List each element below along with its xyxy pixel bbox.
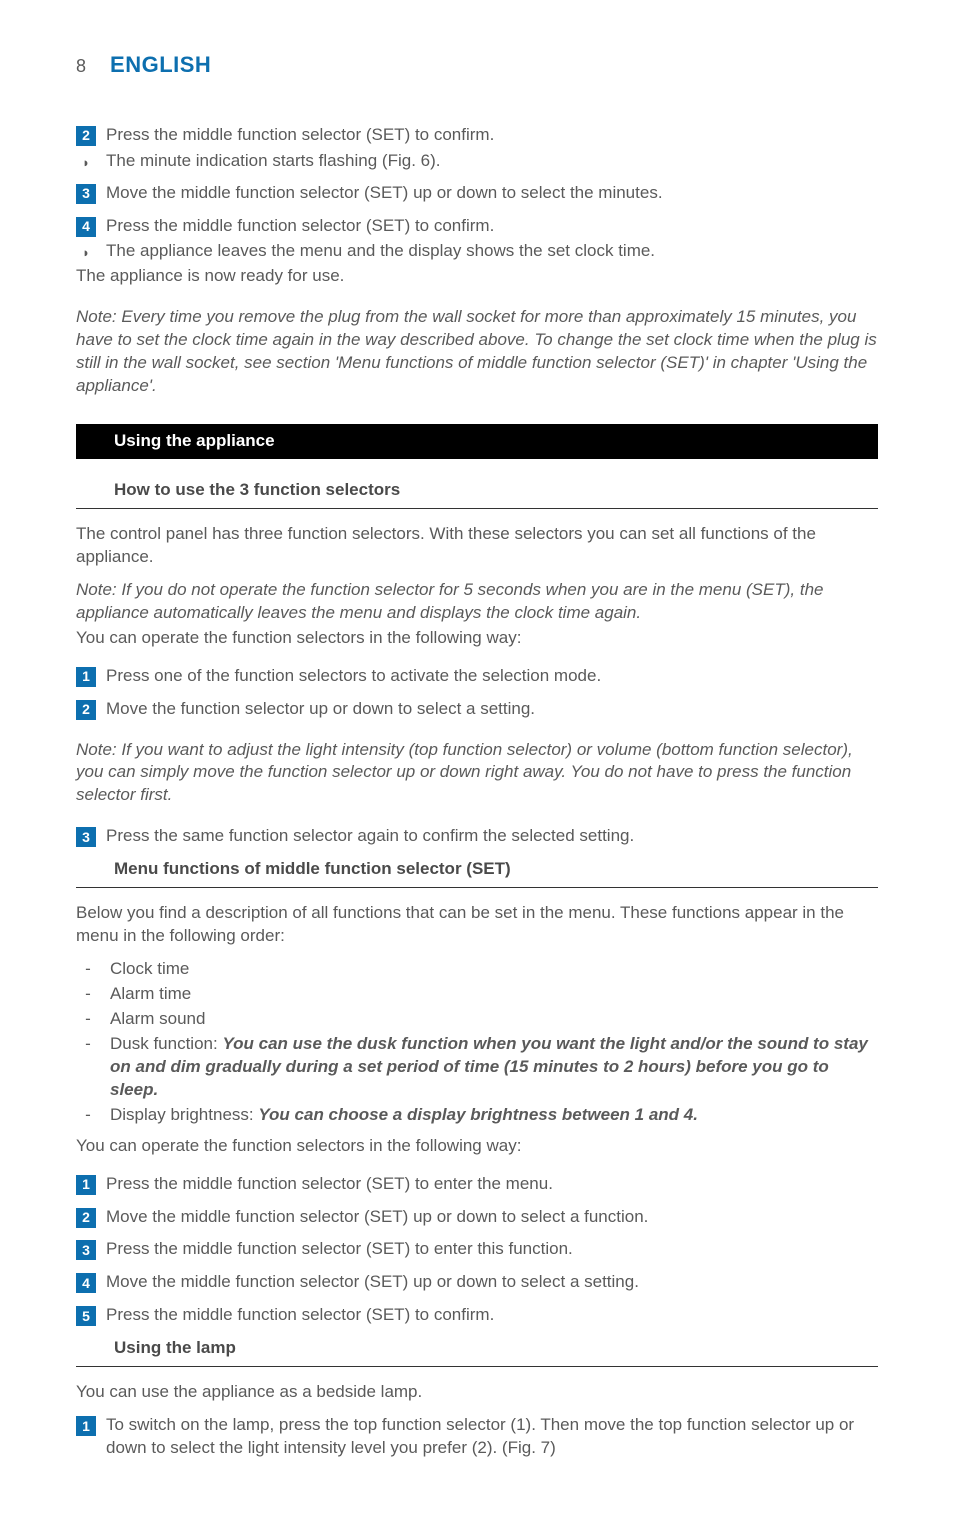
menu-timeout-note: Note: If you do not operate the function… — [76, 579, 878, 625]
dash-icon: - — [82, 1033, 94, 1102]
step-number-box: 4 — [76, 1273, 96, 1293]
step-text: Move the function selector up or down to… — [106, 698, 878, 721]
lamp-step-1: 1 To switch on the lamp, press the top f… — [76, 1414, 878, 1460]
list-item: -Alarm time — [76, 983, 878, 1006]
list-item: -Dusk function: You can use the dusk fun… — [76, 1033, 878, 1102]
result-marker-icon: ◗ — [76, 244, 96, 263]
light-intensity-note: Note: If you want to adjust the light in… — [76, 739, 878, 808]
list-item: -Clock time — [76, 958, 878, 981]
page-number: 8 — [76, 54, 86, 78]
step-text: Press one of the function selectors to a… — [106, 665, 878, 688]
step-number-box: 3 — [76, 1240, 96, 1260]
step-number-box: 4 — [76, 217, 96, 237]
step-text: Move the middle function selector (SET) … — [106, 1206, 878, 1229]
result-text: The appliance leaves the menu and the di… — [106, 240, 655, 263]
howto-step-1: 1 Press one of the function selectors to… — [76, 665, 878, 688]
step-number-box: 2 — [76, 700, 96, 720]
step-number-box: 2 — [76, 1208, 96, 1228]
howto-step-3: 3 Press the same function selector again… — [76, 825, 878, 848]
menu-step-5: 5 Press the middle function selector (SE… — [76, 1304, 878, 1327]
menu-step-2: 2 Move the middle function selector (SET… — [76, 1206, 878, 1229]
step-number-box: 2 — [76, 126, 96, 146]
plug-note: Note: Every time you remove the plug fro… — [76, 306, 878, 398]
step-number-box: 5 — [76, 1306, 96, 1326]
step-text: Press the middle function selector (SET)… — [106, 1173, 878, 1196]
result-marker-icon: ◗ — [76, 154, 96, 173]
step-2-result: ◗ The minute indication starts flashing … — [76, 150, 878, 173]
howto-intro: The control panel has three function sel… — [76, 523, 878, 569]
step-text: Press the middle function selector (SET)… — [106, 1238, 878, 1261]
step-3: 3 Move the middle function selector (SET… — [76, 182, 878, 205]
step-number-box: 1 — [76, 1175, 96, 1195]
section-using-appliance: Using the appliance — [76, 424, 878, 459]
step-text: Press the middle function selector (SET)… — [106, 124, 878, 147]
subhead-using-lamp: Using the lamp — [76, 1333, 878, 1367]
result-text: The minute indication starts flashing (F… — [106, 150, 440, 173]
step-4-result: ◗ The appliance leaves the menu and the … — [76, 240, 878, 263]
operate-lead: You can operate the function selectors i… — [76, 627, 878, 650]
menu-intro: Below you find a description of all func… — [76, 902, 878, 948]
dash-icon: - — [82, 1008, 94, 1031]
menu-operate-lead: You can operate the function selectors i… — [76, 1135, 878, 1158]
list-text: Alarm sound — [110, 1008, 878, 1031]
howto-step-2: 2 Move the function selector up or down … — [76, 698, 878, 721]
list-item: -Alarm sound — [76, 1008, 878, 1031]
list-text: Dusk function: You can use the dusk func… — [110, 1033, 878, 1102]
dash-icon: - — [82, 958, 94, 981]
menu-step-4: 4 Move the middle function selector (SET… — [76, 1271, 878, 1294]
step-text: Move the middle function selector (SET) … — [106, 182, 878, 205]
list-text: Clock time — [110, 958, 878, 981]
step-number-box: 3 — [76, 184, 96, 204]
lamp-intro: You can use the appliance as a bedside l… — [76, 1381, 878, 1404]
step-text: Press the middle function selector (SET)… — [106, 215, 878, 238]
step-text: Press the middle function selector (SET)… — [106, 1304, 878, 1327]
menu-step-3: 3 Press the middle function selector (SE… — [76, 1238, 878, 1261]
step-4: 4 Press the middle function selector (SE… — [76, 215, 878, 238]
step-text: Move the middle function selector (SET) … — [106, 1271, 878, 1294]
step-number-box: 1 — [76, 1416, 96, 1436]
menu-functions-list: -Clock time -Alarm time -Alarm sound -Du… — [76, 958, 878, 1127]
step-text: Press the same function selector again t… — [106, 825, 878, 848]
list-item: -Display brightness: You can choose a di… — [76, 1104, 878, 1127]
language-label: ENGLISH — [110, 50, 211, 80]
step-number-box: 1 — [76, 667, 96, 687]
page-header: 8 ENGLISH — [76, 50, 878, 80]
ready-line: The appliance is now ready for use. — [76, 265, 878, 288]
list-text: Alarm time — [110, 983, 878, 1006]
subhead-menu-functions: Menu functions of middle function select… — [76, 854, 878, 888]
dash-icon: - — [82, 1104, 94, 1127]
dash-icon: - — [82, 983, 94, 1006]
subhead-how-to-use: How to use the 3 function selectors — [76, 475, 878, 509]
step-text: To switch on the lamp, press the top fun… — [106, 1414, 878, 1460]
list-text: Display brightness: You can choose a dis… — [110, 1104, 878, 1127]
menu-step-1: 1 Press the middle function selector (SE… — [76, 1173, 878, 1196]
step-number-box: 3 — [76, 827, 96, 847]
step-2: 2 Press the middle function selector (SE… — [76, 124, 878, 147]
